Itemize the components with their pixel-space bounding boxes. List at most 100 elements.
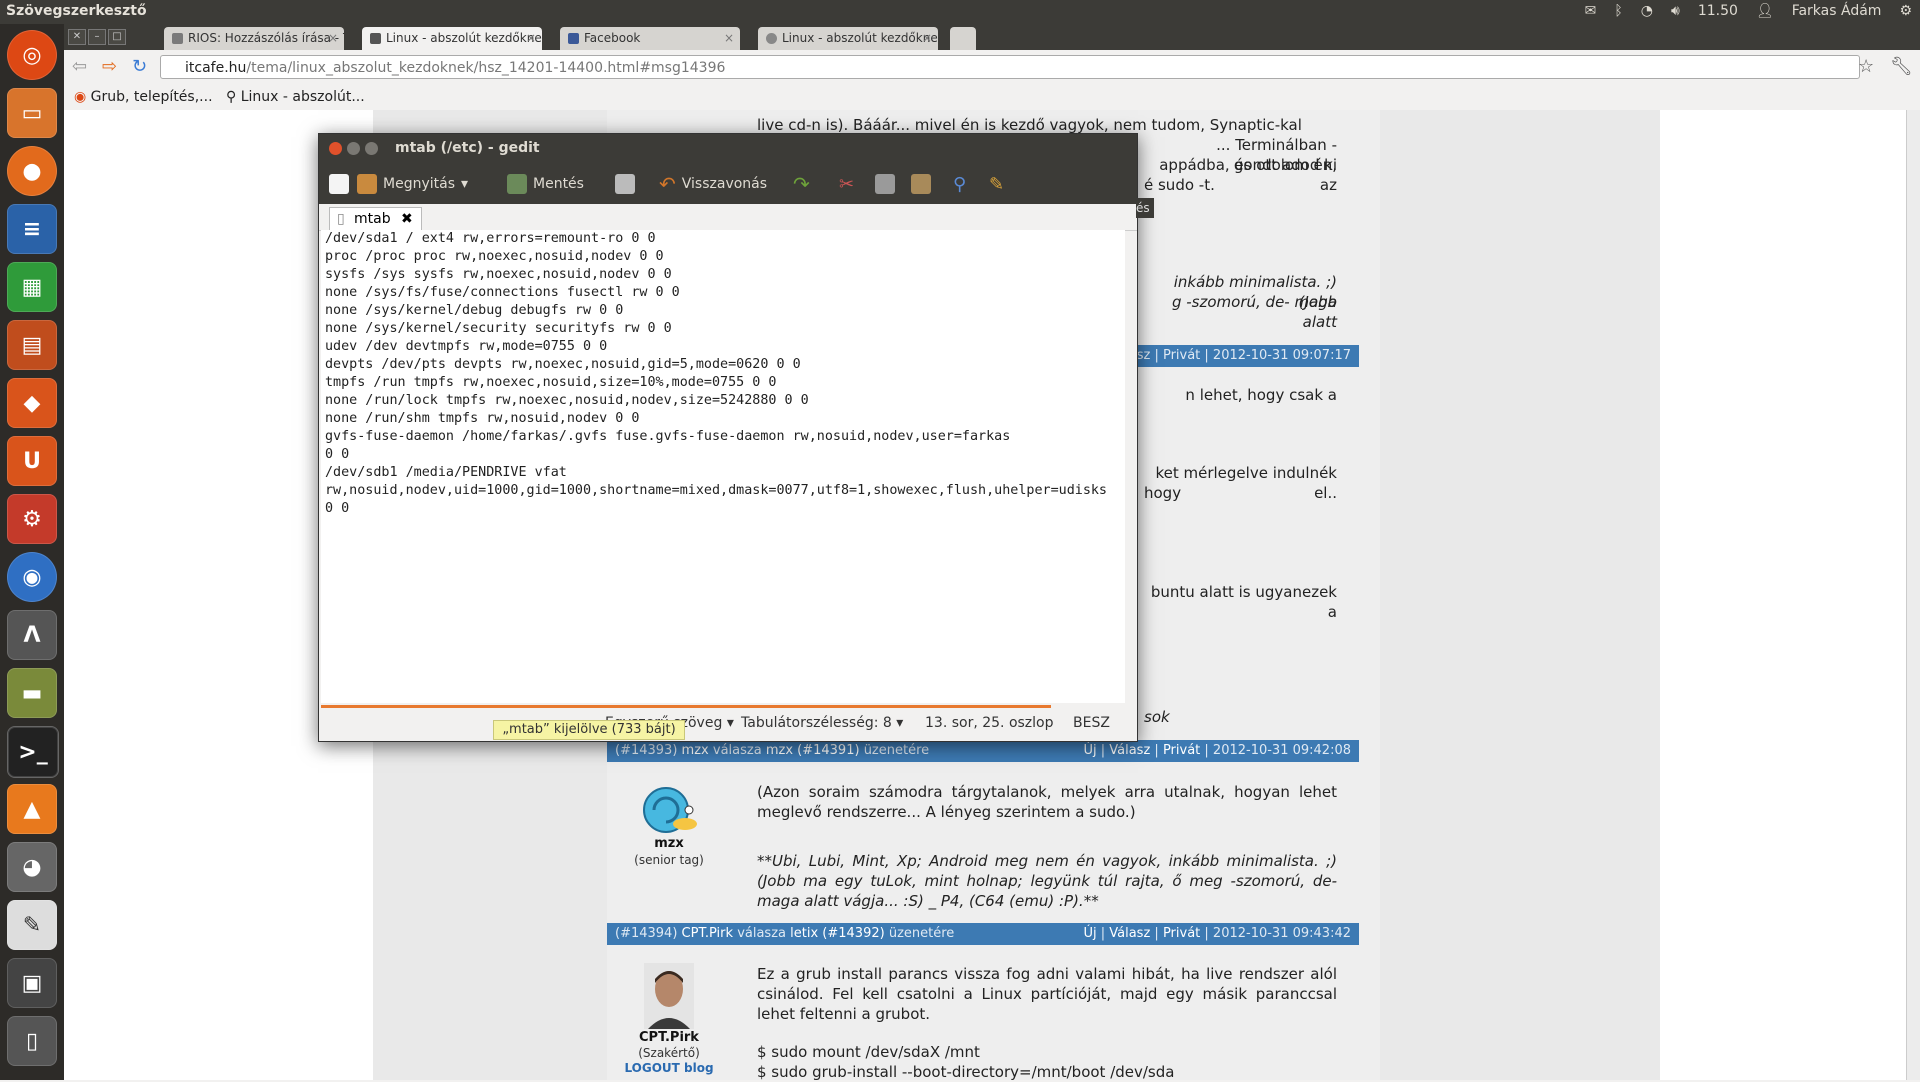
avatar-name[interactable]: mzx xyxy=(609,836,729,851)
snail-avatar[interactable] xyxy=(639,780,699,840)
replace-button[interactable]: ✎ xyxy=(989,172,1004,196)
private-link[interactable]: Privát xyxy=(1163,743,1200,758)
open-button[interactable]: Megnyitás ▾ xyxy=(357,172,468,196)
insert-mode: BESZ xyxy=(1073,715,1110,731)
usb-drive-icon[interactable]: ▯ xyxy=(7,1016,57,1066)
document-tab[interactable]: ▯ mtab ✖ xyxy=(329,207,422,231)
impress-icon[interactable]: ▤ xyxy=(7,320,57,370)
browser-minimize-button[interactable]: – xyxy=(88,29,106,45)
back-icon[interactable]: ⇦ xyxy=(72,56,87,77)
editor-line: /dev/sdb1 /media/PENDRIVE vfat xyxy=(325,465,567,480)
browser-close-button[interactable]: ✕ xyxy=(68,29,86,45)
new-link[interactable]: Új xyxy=(1083,743,1096,758)
gear-icon[interactable]: ⚙ xyxy=(1899,3,1912,19)
software-center-icon[interactable]: ◆ xyxy=(7,378,57,428)
system-tray: ✉ ᛒ ◔ 🔊︎ 11.50 👤︎ Farkas Ádám ⚙ xyxy=(1585,3,1912,19)
gimp-icon[interactable]: ◕ xyxy=(7,842,57,892)
user-photo-avatar[interactable] xyxy=(644,963,694,1029)
gedit-titlebar[interactable]: mtab (/etc) - gedit xyxy=(319,134,1137,164)
vlc-icon[interactable]: ▲ xyxy=(7,784,57,834)
facebook-favicon-icon xyxy=(568,33,579,44)
browser-tab-rios[interactable]: RIOS: Hozzászólás írása - T × xyxy=(164,27,344,50)
post-header: (#14394) CPT.Pirk válasza letix (#14392)… xyxy=(607,923,1359,945)
files-icon[interactable]: ▭ xyxy=(7,88,57,138)
editor-line: proc /proc proc rw,noexec,nosuid,nodev 0… xyxy=(325,249,664,264)
print-button[interactable] xyxy=(615,172,635,196)
private-link[interactable]: Privát xyxy=(1163,926,1200,941)
system-settings-icon[interactable]: ⚙ xyxy=(7,494,57,544)
bookmark-grub[interactable]: ◉ Grub, telepítés,... xyxy=(74,89,213,105)
redo-button[interactable]: ↷ xyxy=(793,172,810,196)
gedit-icon[interactable]: ✎ xyxy=(7,900,57,950)
address-bar[interactable]: itcafe.hu/tema/linux_abszolut_kezdoknek/… xyxy=(160,55,1860,79)
undo-button[interactable]: ↶ Visszavonás xyxy=(659,172,767,196)
calc-icon[interactable]: ▦ xyxy=(7,262,57,312)
post-author-link[interactable]: CPT.Pirk xyxy=(682,926,734,941)
text-editor[interactable]: /dev/sda1 / ext4 rw,errors=remount-ro 0 … xyxy=(321,230,1125,703)
forward-icon[interactable]: ⇨ xyxy=(102,56,117,77)
editor-line: none /sys/kernel/security securityfs rw … xyxy=(325,321,672,336)
copy-button[interactable] xyxy=(875,172,895,196)
browser-maximize-button[interactable]: □ xyxy=(108,29,126,45)
chevron-down-icon: ▾ xyxy=(726,715,734,731)
tab-width-selector[interactable]: Tabulátorszélesség: 8 ▾ xyxy=(741,715,903,731)
chevron-down-icon[interactable]: ▾ xyxy=(461,176,468,192)
browser-tab-facebook[interactable]: Facebook × xyxy=(560,27,740,50)
scanner-icon[interactable]: ▬ xyxy=(7,668,57,718)
url-host: itcafe.hu xyxy=(185,60,247,76)
user-name[interactable]: Farkas Ádám xyxy=(1792,3,1882,19)
clock[interactable]: 11.50 xyxy=(1698,3,1738,19)
cut-button[interactable]: ✂ xyxy=(839,172,854,196)
tab-close-icon[interactable]: × xyxy=(724,27,734,50)
tab-close-icon[interactable]: × xyxy=(328,27,338,50)
inkscape-icon[interactable]: Λ xyxy=(7,610,57,660)
post-command: $ sudo mount /dev/sdaX /mnt xyxy=(757,1043,980,1061)
mail-icon[interactable]: ✉ xyxy=(1585,3,1597,19)
new-document-button[interactable] xyxy=(329,172,349,196)
ubuntu-one-icon[interactable]: U xyxy=(7,436,57,486)
search-button[interactable]: ⚲ xyxy=(953,172,966,196)
writer-icon[interactable]: ≡ xyxy=(7,204,57,254)
avatar-name[interactable]: CPT.Pirk xyxy=(609,1030,729,1045)
cut-icon: ✂ xyxy=(839,173,855,195)
maximize-window-button[interactable] xyxy=(365,142,378,155)
post-id-link[interactable]: (#14394) xyxy=(615,926,677,941)
ubuntu-dash-icon[interactable]: ◎ xyxy=(7,30,57,80)
page-scrollbar[interactable] xyxy=(1906,110,1920,1080)
bookmark-linux[interactable]: ⚲ Linux - abszolút... xyxy=(226,89,365,105)
blog-link[interactable]: LOGOUT blog xyxy=(609,1061,729,1075)
user-icon[interactable]: 👤︎ xyxy=(1756,3,1774,19)
tab-close-icon[interactable]: ✖ xyxy=(401,211,413,227)
new-link[interactable]: Új xyxy=(1083,926,1096,941)
file-icon: ▯ xyxy=(337,211,345,227)
editor-line: rw,nosuid,nodev,uid=1000,gid=1000,shortn… xyxy=(325,483,1107,498)
bluetooth-icon[interactable]: ᛒ xyxy=(1614,3,1622,19)
wifi-icon[interactable]: ◔ xyxy=(1641,3,1653,19)
reply-link[interactable]: Válasz xyxy=(1109,926,1150,941)
post-id-link[interactable]: (#14393) xyxy=(615,743,677,758)
paste-button[interactable] xyxy=(911,172,931,196)
post-reply-to-link[interactable]: letix (#14392) xyxy=(790,926,885,941)
tab-close-icon[interactable]: × xyxy=(526,27,536,50)
firefox-icon[interactable]: ● xyxy=(7,146,57,196)
volume-icon[interactable]: 🔊︎ xyxy=(1671,3,1680,19)
post-reply-to-link[interactable]: mzx (#14391) xyxy=(766,743,860,758)
terminal-icon[interactable]: >_ xyxy=(7,726,59,778)
post-header: (#14393) mzx válasza mzx (#14391) üzenet… xyxy=(607,740,1359,762)
wrench-icon[interactable]: 🔧︎ xyxy=(1890,56,1913,77)
reply-link[interactable]: Válasz xyxy=(1109,743,1150,758)
close-window-button[interactable] xyxy=(329,142,342,155)
chromium-icon[interactable]: ◉ xyxy=(7,552,57,602)
new-tab-button[interactable] xyxy=(950,27,976,50)
tab-close-icon[interactable]: × xyxy=(922,27,932,50)
browser-tab-linux[interactable]: Linux - abszolút kezdőkne × xyxy=(758,27,938,50)
reload-icon[interactable]: ↻ xyxy=(132,56,147,77)
browser-tab-linux-active[interactable]: Linux - abszolút kezdőkne × xyxy=(362,27,542,50)
workspaces-icon[interactable]: ▣ xyxy=(7,958,57,1008)
editor-line: /dev/sda1 / ext4 rw,errors=remount-ro 0 … xyxy=(325,231,656,246)
tab-favicon-icon xyxy=(172,33,183,44)
save-button[interactable]: Mentés xyxy=(507,172,584,196)
bookmark-star-icon[interactable]: ☆ xyxy=(1858,56,1874,77)
post-author-link[interactable]: mzx xyxy=(682,743,709,758)
minimize-window-button[interactable] xyxy=(347,142,360,155)
